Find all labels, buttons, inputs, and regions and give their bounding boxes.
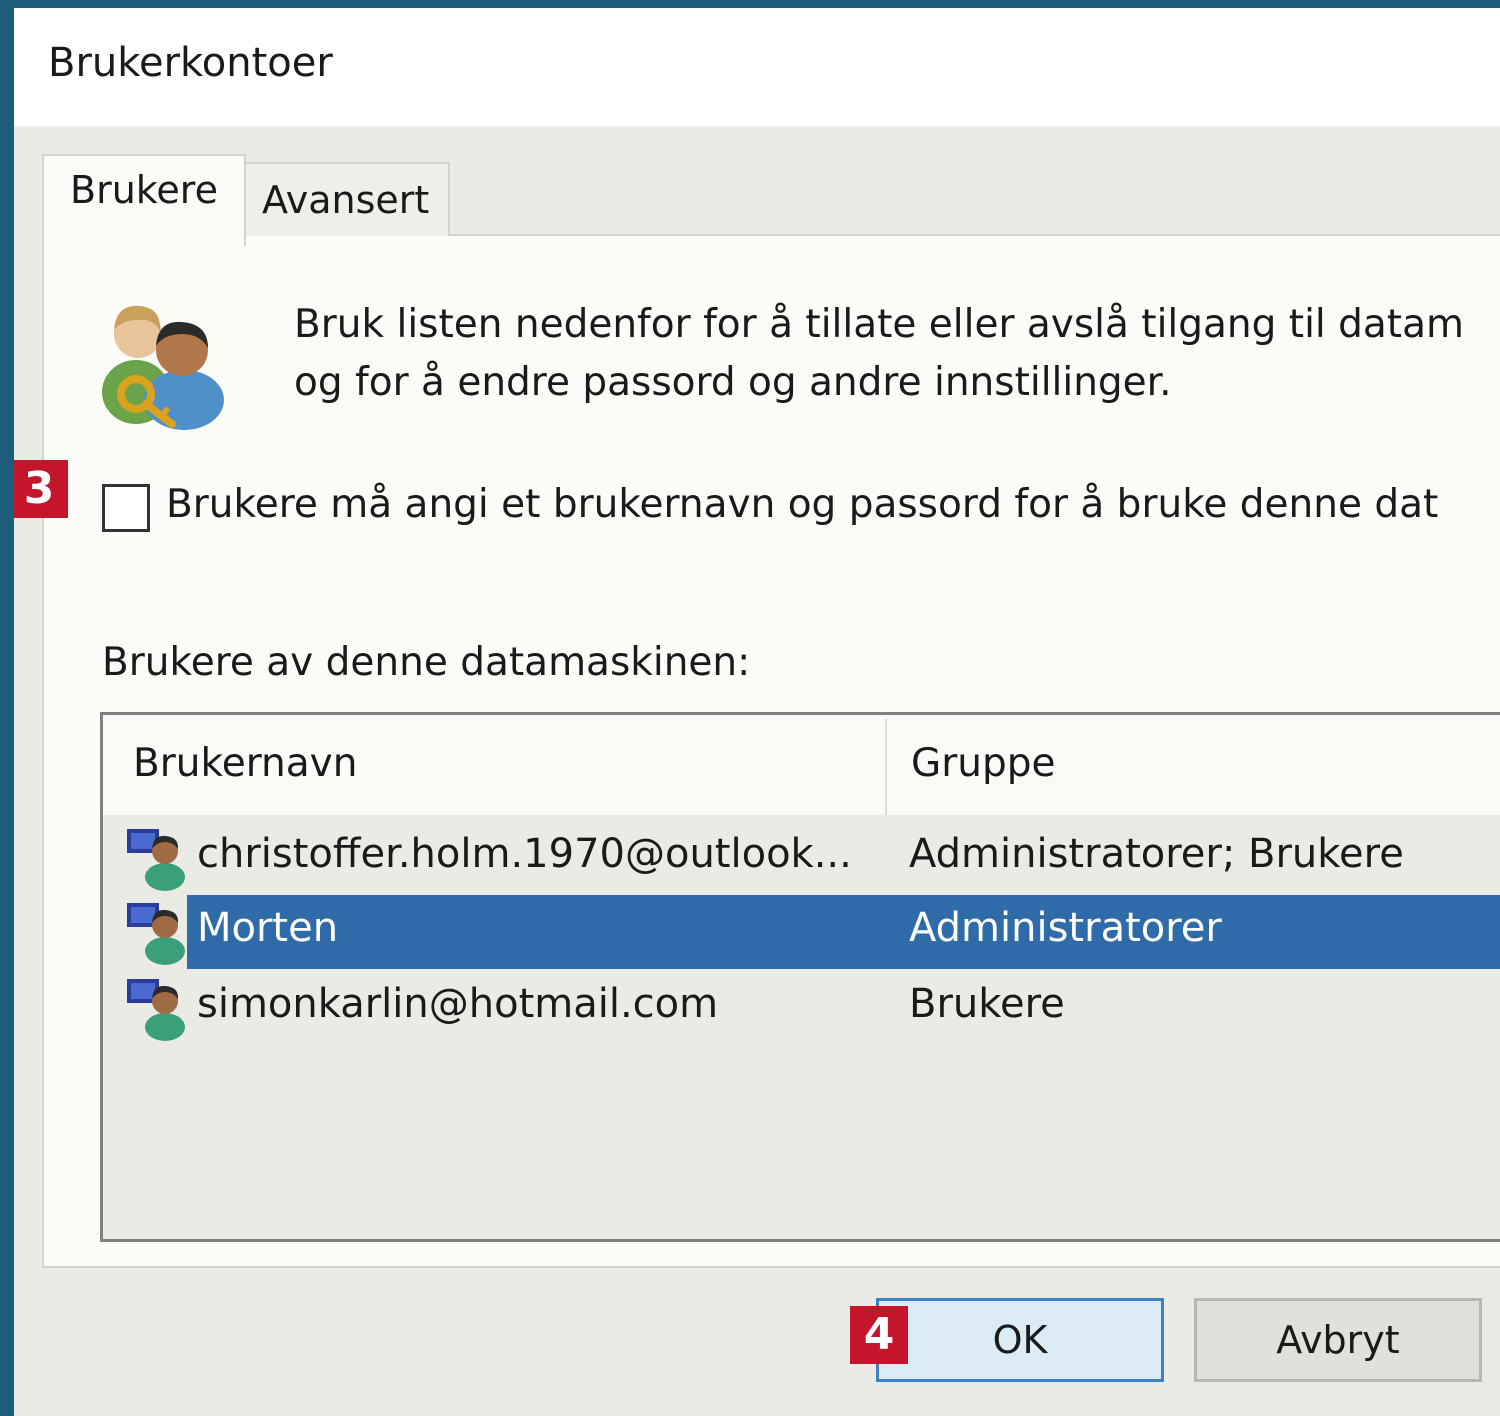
title-bar: Brukerkontoer [14,8,1500,126]
step-4-badge: 4 [850,1306,908,1364]
cell-group: Brukere [909,981,1065,1027]
cell-username: simonkarlin@hotmail.com [197,981,719,1027]
column-header-username[interactable]: Brukernavn [133,741,357,786]
window-title: Brukerkontoer [48,40,333,86]
table-row-selected[interactable]: Morten Administratorer [103,895,1500,969]
user-account-icon [125,977,187,1045]
description-line-1: Bruk listen nedenfor for å tillate eller… [294,302,1464,347]
users-key-icon [98,294,238,434]
users-list-label: Brukere av denne datamaskinen: [102,640,751,685]
table-row[interactable]: christoffer.holm.1970@outlook... Adminis… [103,821,1500,895]
cell-group: Administratorer; Brukere [909,831,1404,877]
user-account-icon [125,827,187,895]
table-header: Brukernavn Gruppe [103,715,1500,815]
cell-username: Morten [197,905,339,951]
tab-brukere[interactable]: Brukere [42,154,246,246]
cell-group: Administratorer [909,905,1222,951]
table-row[interactable]: simonkarlin@hotmail.com Brukere [103,971,1500,1045]
description-text: Bruk listen nedenfor for å tillate eller… [294,296,1464,412]
ok-button[interactable]: OK [876,1298,1164,1382]
cell-username: christoffer.holm.1970@outlook... [197,831,852,877]
description-line-2: og for å endre passord og andre innstill… [294,360,1172,405]
column-separator[interactable] [885,719,887,815]
tab-avansert[interactable]: Avansert [244,162,450,236]
user-account-icon [125,901,187,969]
cancel-button[interactable]: Avbryt [1194,1298,1482,1382]
require-login-checkbox[interactable] [102,484,150,532]
require-login-label[interactable]: Brukere må angi et brukernavn og passord… [166,482,1438,527]
users-listview[interactable]: Brukernavn Gruppe christoffer.holm.1970@… [100,712,1500,1242]
selection-highlight [187,895,1500,969]
column-header-group[interactable]: Gruppe [911,741,1055,786]
step-3-badge: 3 [14,460,68,518]
user-accounts-dialog: Brukerkontoer Brukere Avansert Bruk list… [0,0,1500,1416]
